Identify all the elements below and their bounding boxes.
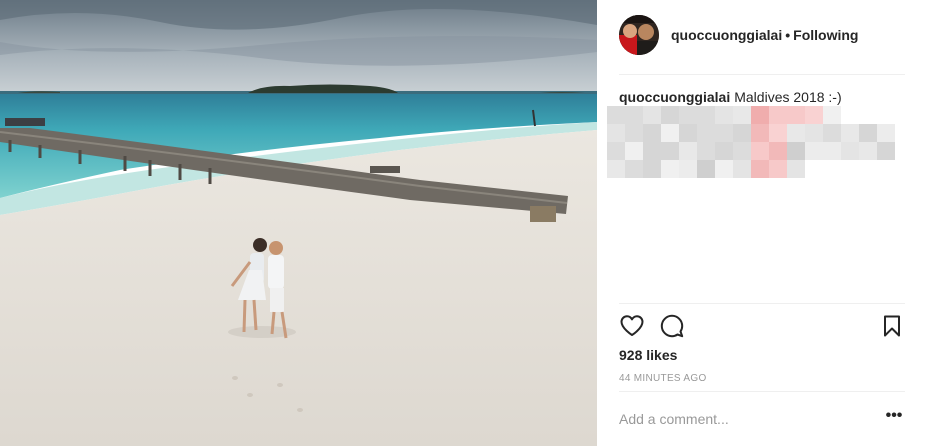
pixelated-cell	[769, 142, 787, 160]
pixelated-cell	[805, 124, 823, 142]
caption: quoccuonggialai Maldives 2018 :-)	[619, 88, 905, 106]
pixelated-cell	[859, 142, 877, 160]
pixelated-cell	[607, 106, 625, 124]
pixelated-cell	[751, 106, 769, 124]
more-options-button[interactable]: •••	[883, 408, 905, 428]
pixelated-cell	[661, 124, 679, 142]
pixelated-cell	[787, 142, 805, 160]
pixelated-cell	[643, 160, 661, 178]
pixelated-cell	[787, 106, 805, 124]
bookmark-icon	[884, 315, 900, 337]
pixelated-cell	[733, 124, 751, 142]
pixelated-cell	[841, 142, 859, 160]
heart-icon	[620, 315, 644, 336]
following-button[interactable]: Following	[793, 27, 858, 43]
pixelated-cell	[859, 124, 877, 142]
pixelated-cell	[733, 142, 751, 160]
pixelated-cell	[823, 142, 841, 160]
pixelated-cell	[697, 124, 715, 142]
post-photo[interactable]	[0, 0, 597, 446]
caption-text: Maldives 2018 :-)	[734, 89, 842, 105]
pixelated-cell	[823, 124, 841, 142]
pixelated-cell	[841, 124, 859, 142]
pixelated-cell	[697, 160, 715, 178]
comment-row: •••	[619, 404, 905, 434]
pixelated-cell	[625, 160, 643, 178]
pixelated-text-block	[607, 106, 897, 180]
pixelated-cell	[787, 160, 805, 178]
post-timestamp[interactable]: 44 MINUTES AGO	[619, 373, 707, 384]
pixelated-cell	[715, 106, 733, 124]
pixelated-cell	[769, 106, 787, 124]
pixelated-cell	[787, 124, 805, 142]
pixelated-cell	[661, 160, 679, 178]
pixelated-cell	[823, 106, 841, 124]
pixelated-cell	[661, 106, 679, 124]
pixelated-cell	[877, 124, 895, 142]
pixelated-cell	[697, 142, 715, 160]
avatar[interactable]	[619, 15, 659, 55]
pixelated-cell	[607, 142, 625, 160]
pixelated-cell	[643, 124, 661, 142]
pixelated-cell	[715, 160, 733, 178]
instagram-post: quoccuonggialai • Following quoccuonggiala…	[0, 0, 927, 446]
pixelated-cell	[607, 160, 625, 178]
pixelated-cell	[697, 106, 715, 124]
pixelated-cell	[715, 124, 733, 142]
beach-photo-illustration	[0, 0, 597, 446]
pixelated-cell	[643, 106, 661, 124]
pixelated-cell	[661, 142, 679, 160]
actions-divider	[619, 303, 905, 304]
pixelated-cell	[805, 106, 823, 124]
username-link[interactable]: quoccuonggialai	[671, 27, 782, 43]
pixelated-cell	[625, 124, 643, 142]
pixelated-cell	[805, 142, 823, 160]
pixelated-cell	[733, 160, 751, 178]
pixelated-cell	[769, 124, 787, 142]
caption-username[interactable]: quoccuonggialai	[619, 89, 730, 105]
pixelated-cell	[679, 142, 697, 160]
post-side-panel: quoccuonggialai • Following quoccuonggiala…	[597, 0, 927, 446]
pixelated-cell	[751, 160, 769, 178]
pixelated-cell	[769, 160, 787, 178]
like-count[interactable]: 928 likes	[619, 347, 677, 363]
avatar-photo	[619, 15, 659, 55]
pixelated-cell	[625, 142, 643, 160]
pixelated-cell	[679, 106, 697, 124]
pixelated-cell	[733, 106, 751, 124]
header-separator: •	[785, 27, 791, 43]
comment-input[interactable]	[619, 404, 869, 434]
header-text: quoccuonggialai • Following	[671, 27, 858, 43]
pixelated-cell	[751, 124, 769, 142]
like-button[interactable]	[619, 313, 645, 339]
pixelated-cell	[607, 124, 625, 142]
post-header: quoccuonggialai • Following	[619, 14, 905, 56]
header-divider	[619, 74, 905, 75]
comment-icon	[660, 314, 684, 338]
pixelated-cell	[679, 124, 697, 142]
pixelated-cell	[877, 142, 895, 160]
comment-button[interactable]	[659, 313, 685, 339]
action-bar	[619, 313, 905, 339]
pixelated-cell	[625, 106, 643, 124]
pixelated-cell	[715, 142, 733, 160]
pixelated-cell	[751, 142, 769, 160]
pixelated-cell	[679, 160, 697, 178]
pixelated-cell	[643, 142, 661, 160]
save-button[interactable]	[879, 313, 905, 339]
comment-divider	[619, 391, 905, 392]
